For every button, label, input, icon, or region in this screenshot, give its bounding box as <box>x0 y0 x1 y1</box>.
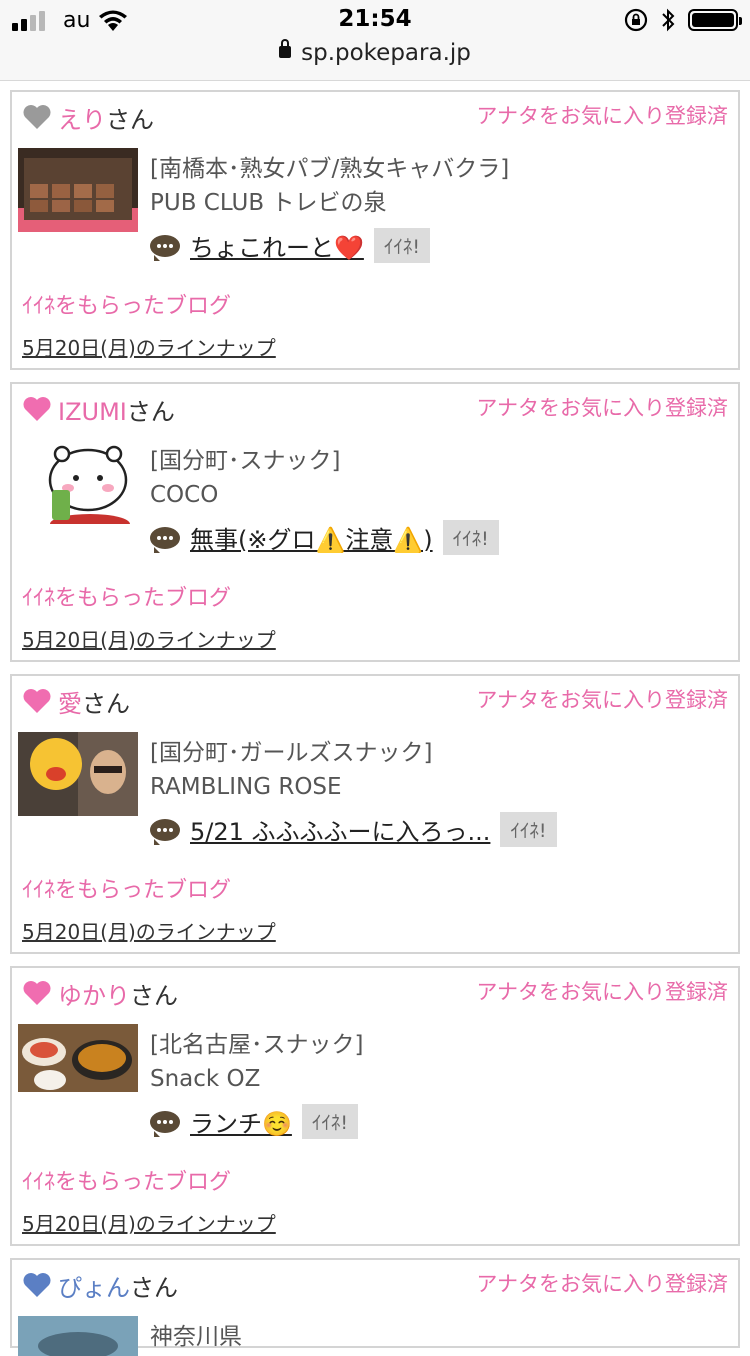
blog-thumbnail[interactable] <box>18 1024 138 1108</box>
shop-name: PUB CLUB トレビの泉 <box>150 190 387 216</box>
shop-info: [南橋本･熟女パブ/熟女キャバクラ] PUB CLUB トレビの泉 <box>150 152 509 220</box>
battery-icon <box>688 9 742 31</box>
speech-bubble-icon <box>150 818 180 845</box>
blog-card: ゆかりさん アナタをお気に入り登録済 [北名古屋･スナック] Snack OZ … <box>10 966 740 1246</box>
received-iine-blog-label[interactable]: ｲｲﾈをもらったブログ <box>22 288 231 320</box>
heart-icon[interactable] <box>22 978 52 1008</box>
favorite-status: アナタをお気に入り登録済 <box>476 980 728 1004</box>
blog-entry: 5/21 ふふふふーに入ろっ... ｲｲﾈ! <box>150 812 557 847</box>
bluetooth-icon <box>662 8 675 32</box>
user-name[interactable]: ゆかりさん <box>58 976 178 1011</box>
shop-area: [南橋本･熟女パブ/熟女キャバクラ] <box>150 156 510 182</box>
blog-thumbnail[interactable] <box>18 440 138 524</box>
heart-icon[interactable] <box>22 1270 52 1300</box>
iine-button[interactable]: ｲｲﾈ! <box>500 812 557 847</box>
shop-name: RAMBLING ROSE <box>150 774 342 800</box>
blog-title-link[interactable]: ちょこれーと❤️ <box>190 228 364 263</box>
favorite-status: アナタをお気に入り登録済 <box>476 688 728 712</box>
rotation-lock-icon <box>624 8 648 32</box>
shop-info: [北名古屋･スナック] Snack OZ <box>150 1028 363 1096</box>
received-iine-blog-label[interactable]: ｲｲﾈをもらったブログ <box>22 580 231 612</box>
blog-title-link[interactable]: 無事(※グロ⚠️注意⚠️) <box>190 520 433 555</box>
shop-area: [北名古屋･スナック] <box>150 1032 364 1058</box>
user-name[interactable]: IZUMIさん <box>58 392 175 427</box>
lineup-link[interactable]: 5月20日(月)のラインナップ <box>22 916 276 945</box>
heart-icon[interactable] <box>22 686 52 716</box>
favorite-status: アナタをお気に入り登録済 <box>476 104 728 128</box>
iine-button[interactable]: ｲｲﾈ! <box>442 520 499 555</box>
lock-icon <box>279 38 292 58</box>
speech-bubble-icon <box>150 1110 180 1137</box>
favorite-status: アナタをお気に入り登録済 <box>476 396 728 420</box>
blog-thumbnail[interactable] <box>18 732 138 816</box>
shop-name: COCO <box>150 482 219 508</box>
blog-title-link[interactable]: 5/21 ふふふふーに入ろっ... <box>190 812 490 847</box>
url-text: sp.pokepara.jp <box>301 40 471 66</box>
shop-info: [国分町･スナック] COCO <box>150 444 340 512</box>
status-bar: au 21:54 sp.pokepara.jp <box>0 0 750 81</box>
speech-bubble-icon <box>150 234 180 261</box>
blog-title-link[interactable]: ランチ☺️ <box>190 1104 292 1139</box>
shop-area: [国分町･ガールズスナック] <box>150 740 433 766</box>
iine-button[interactable]: ｲｲﾈ! <box>301 1104 359 1139</box>
blog-entry: 無事(※グロ⚠️注意⚠️) ｲｲﾈ! <box>150 520 499 555</box>
shop-name: Snack OZ <box>150 1066 261 1092</box>
iine-button[interactable]: ｲｲﾈ! <box>373 228 431 263</box>
lineup-link[interactable]: 5月20日(月)のラインナップ <box>22 332 276 361</box>
blog-thumbnail[interactable] <box>18 148 138 232</box>
status-right <box>624 8 742 32</box>
received-iine-blog-label[interactable]: ｲｲﾈをもらったブログ <box>22 1164 231 1196</box>
blog-thumbnail[interactable] <box>18 1316 138 1356</box>
heart-icon[interactable] <box>22 394 52 424</box>
favorite-status: アナタをお気に入り登録済 <box>476 1272 728 1296</box>
blog-entry: ランチ☺️ ｲｲﾈ! <box>150 1104 359 1139</box>
shop-info: [国分町･ガールズスナック] RAMBLING ROSE <box>150 736 432 804</box>
shop-info: 神奈川県 <box>150 1320 242 1354</box>
shop-area: 神奈川県 <box>150 1324 242 1350</box>
lineup-link[interactable]: 5月20日(月)のラインナップ <box>22 1208 276 1237</box>
speech-bubble-icon <box>150 526 180 553</box>
heart-icon[interactable] <box>22 102 52 132</box>
received-iine-blog-label[interactable]: ｲｲﾈをもらったブログ <box>22 872 231 904</box>
blog-card: 愛さん アナタをお気に入り登録済 [国分町･ガールズスナック] RAMBLING… <box>10 674 740 954</box>
user-name[interactable]: 愛さん <box>58 684 130 719</box>
user-name[interactable]: ぴょんさん <box>58 1268 178 1303</box>
blog-card: IZUMIさん アナタをお気に入り登録済 [国分町･スナック] COCO 無事(… <box>10 382 740 662</box>
blog-card: えりさん アナタをお気に入り登録済 [南橋本･熟女パブ/熟女キャバクラ] PUB… <box>10 90 740 370</box>
blog-card: ぴょんさん アナタをお気に入り登録済 神奈川県 <box>10 1258 740 1356</box>
address-bar[interactable]: sp.pokepara.jp <box>0 38 750 66</box>
lineup-link[interactable]: 5月20日(月)のラインナップ <box>22 624 276 653</box>
blog-entry: ちょこれーと❤️ ｲｲﾈ! <box>150 228 431 263</box>
user-name[interactable]: えりさん <box>58 100 154 135</box>
shop-area: [国分町･スナック] <box>150 448 341 474</box>
